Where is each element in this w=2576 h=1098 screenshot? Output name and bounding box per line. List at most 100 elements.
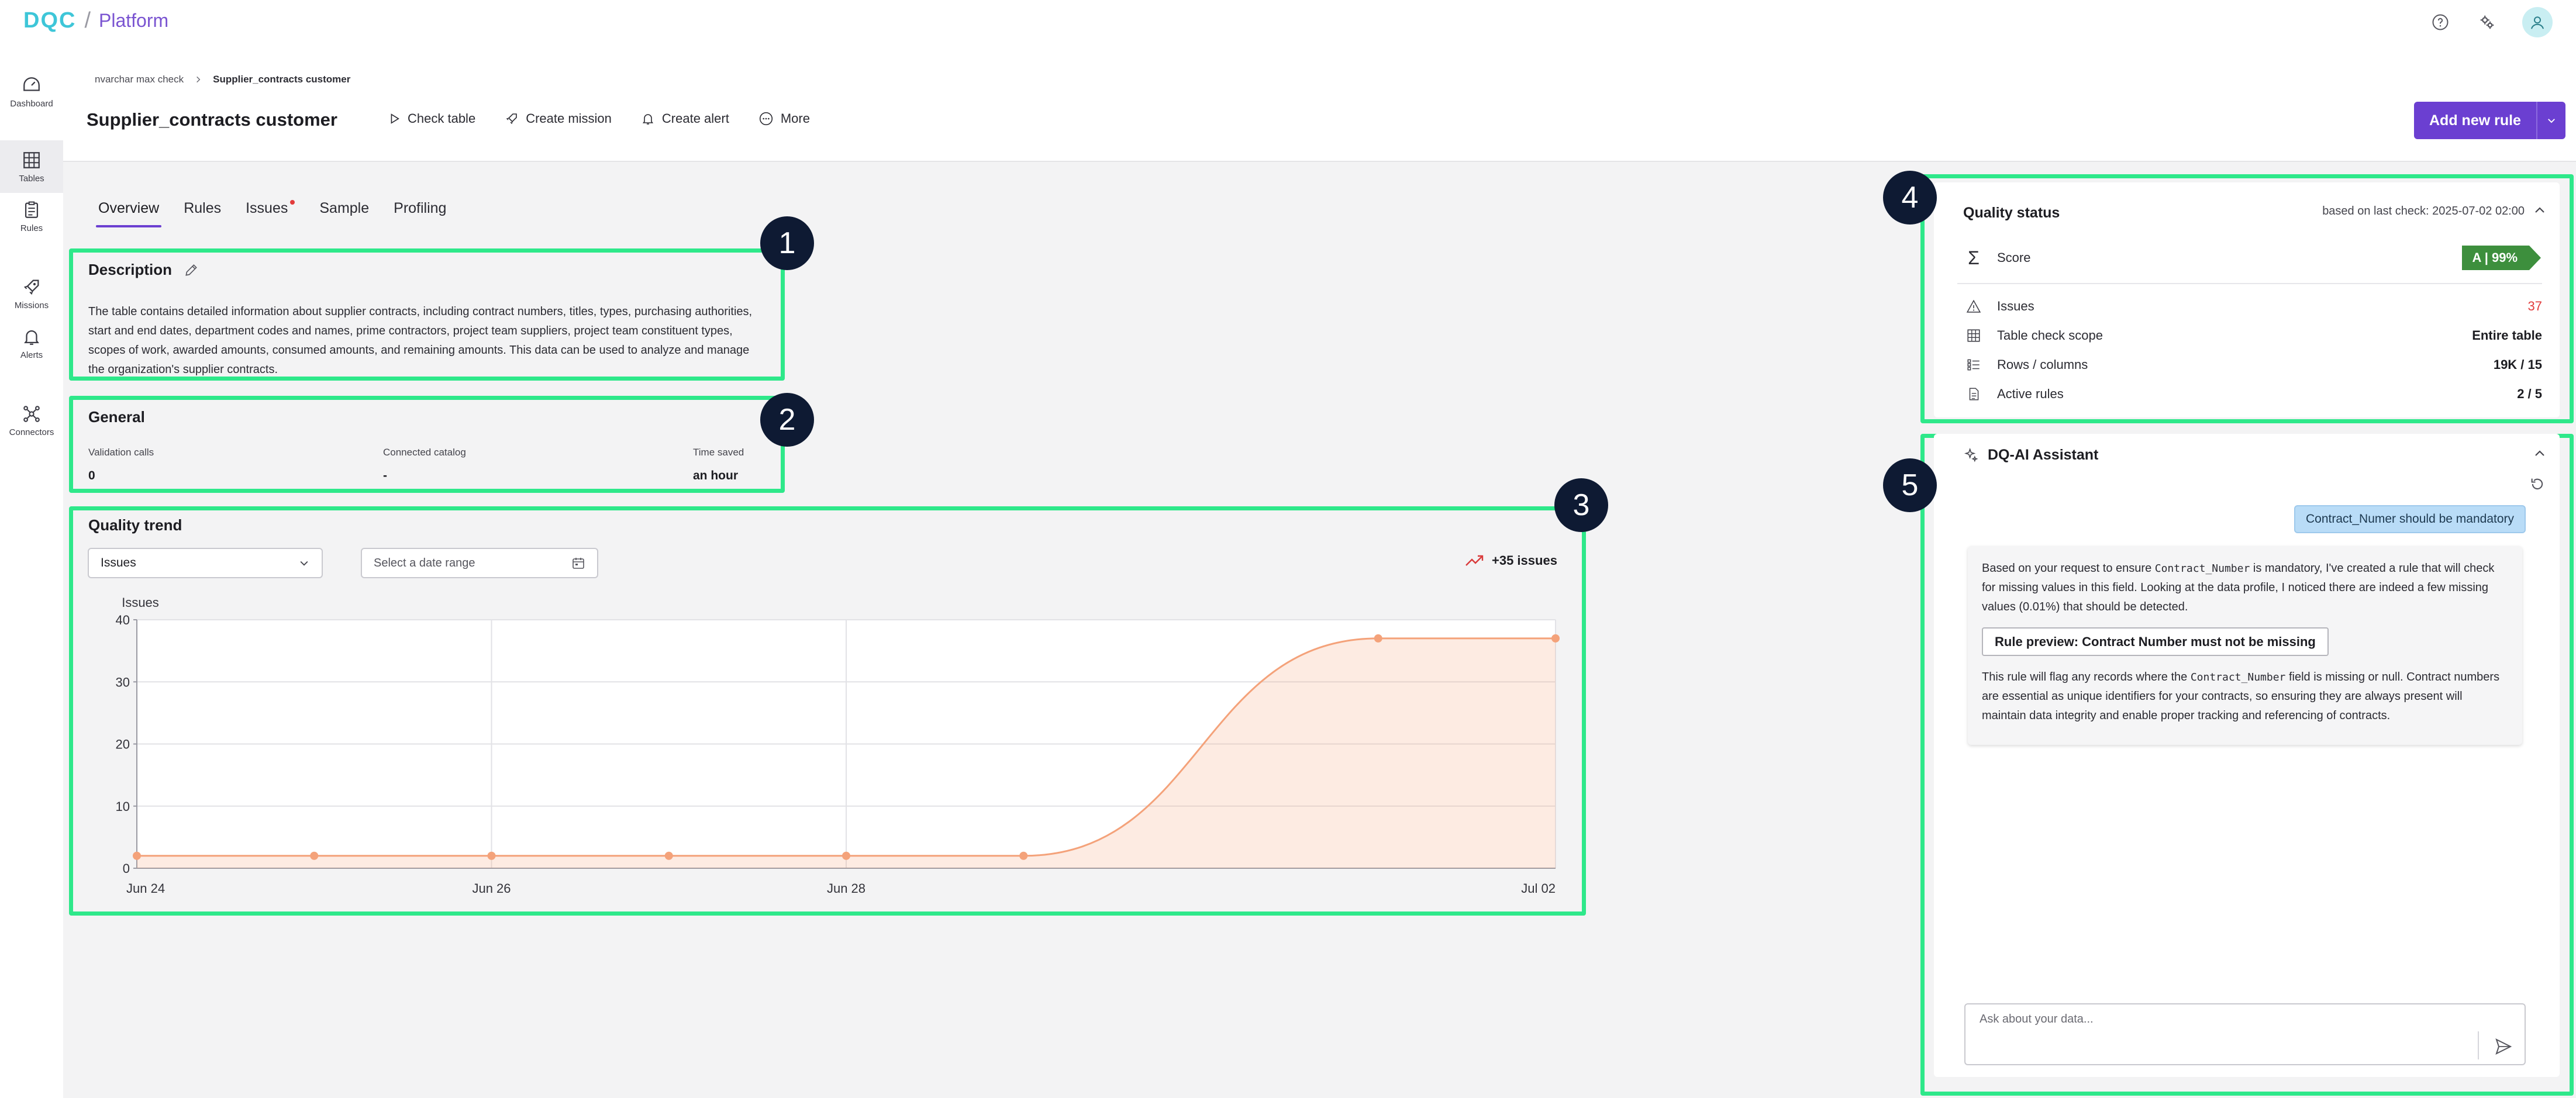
- x-tick-label: Jun 24: [126, 881, 165, 896]
- metric-select[interactable]: Issues: [88, 548, 323, 578]
- metric-select-value: Issues: [101, 556, 136, 569]
- sigma-icon: Σ: [1968, 247, 1980, 268]
- pencil-icon[interactable]: [184, 263, 199, 278]
- ai-response-paragraph-2: This rule will flag any records where th…: [1982, 668, 2508, 726]
- tab-issues[interactable]: Issues: [246, 200, 295, 225]
- more-icon: [759, 112, 773, 126]
- top-bar: DQC / Platform: [0, 0, 2576, 48]
- chevron-up-icon[interactable]: [2533, 203, 2547, 217]
- sparkle-icon: [1964, 447, 1978, 462]
- trend-badge-text: +35 issues: [1492, 553, 1557, 568]
- add-new-rule-button[interactable]: Add new rule: [2414, 102, 2536, 139]
- x-tick-label: Jun 26: [472, 881, 511, 896]
- bell-icon: [24, 330, 39, 345]
- active-rules-label: Active rules: [1997, 386, 2064, 401]
- user-avatar-icon[interactable]: [2522, 7, 2553, 37]
- left-rail: Dashboard Tables Rules Missions Alerts C…: [0, 48, 63, 1098]
- scope-label: Table check scope: [1997, 328, 2103, 343]
- logo-text: Platform: [99, 10, 169, 31]
- header-actions: Check table Create mission Create alert …: [388, 111, 810, 126]
- description-title: Description: [88, 261, 173, 278]
- scope-value: Entire table: [2472, 328, 2542, 343]
- data-point: [1374, 634, 1382, 643]
- add-new-rule-split-button: Add new rule: [2414, 102, 2565, 139]
- tab-bar: Overview Rules Issues Sample Profiling: [95, 200, 446, 227]
- quality-trend-title: Quality trend: [88, 516, 182, 534]
- ai-assistant-panel: DQ-AI Assistant Contract_Numer should be…: [1934, 434, 2560, 1077]
- scope-row: Table check scope Entire table: [1965, 323, 2542, 348]
- tab-overview[interactable]: Overview: [95, 200, 162, 227]
- score-label: Score: [1997, 250, 2031, 265]
- rail-label: Rules: [20, 223, 43, 233]
- issues-label: Issues: [1997, 299, 2034, 313]
- y-tick-label: 40: [116, 613, 130, 627]
- rule-preview-button[interactable]: Rule preview: Contract Number must not b…: [1982, 627, 2329, 656]
- score-badge: A | 99%: [2461, 246, 2541, 270]
- rows-columns-row: Rows / columns 19K / 15: [1965, 352, 2542, 378]
- breadcrumb-parent[interactable]: nvarchar max check: [95, 74, 184, 85]
- create-alert-button[interactable]: Create alert: [641, 111, 729, 126]
- chevron-down-icon: [300, 561, 308, 566]
- data-point: [310, 851, 319, 860]
- validation-calls-value: 0: [88, 469, 95, 482]
- breadcrumb-current: Supplier_contracts customer: [213, 74, 351, 85]
- ai-chat-input[interactable]: Ask about your data...: [1964, 1003, 2526, 1065]
- breadcrumb: nvarchar max check Supplier_contracts cu…: [95, 74, 350, 85]
- quality-trend-chart: 0 10 20 30 40 Jun 24 Jun 26 Jun 28 Jul 02 Issues: [116, 595, 1560, 896]
- rail-item-connectors[interactable]: Connectors: [0, 394, 63, 447]
- rail-label: Missions: [14, 300, 49, 310]
- rail-item-alerts[interactable]: Alerts: [0, 317, 63, 370]
- settings-icon[interactable]: [2475, 11, 2499, 34]
- tab-issues-label: Issues: [246, 200, 288, 216]
- data-point: [1551, 634, 1560, 643]
- create-alert-label: Create alert: [661, 111, 729, 126]
- time-saved-value: an hour: [693, 469, 738, 482]
- table-grid-icon: [23, 151, 40, 168]
- description-text: The table contains detailed information …: [88, 305, 753, 376]
- marker-5: 5: [1883, 458, 1937, 512]
- reset-icon[interactable]: [2529, 476, 2546, 492]
- check-table-button[interactable]: Check table: [388, 111, 475, 126]
- page-title: Supplier_contracts customer: [87, 109, 337, 130]
- tab-sample[interactable]: Sample: [319, 200, 369, 225]
- rail-label: Connectors: [9, 427, 54, 437]
- ai-assistant-title: DQ-AI Assistant: [1988, 447, 2099, 463]
- rail-item-missions[interactable]: Missions: [0, 267, 63, 320]
- logo-mark: DQC: [23, 8, 77, 33]
- clipboard-icon: [25, 201, 39, 218]
- date-range-placeholder: Select a date range: [374, 556, 475, 569]
- check-table-label: Check table: [408, 111, 476, 126]
- chevron-up-icon[interactable]: [2533, 447, 2547, 461]
- user-message-bubble: Contract_Numer should be mandatory: [2294, 505, 2526, 533]
- input-divider: [2478, 1031, 2479, 1059]
- y-tick-label: 10: [116, 799, 130, 814]
- rail-item-rules[interactable]: Rules: [0, 190, 63, 243]
- rocket-icon: [23, 279, 39, 295]
- y-tick-label: 30: [116, 675, 130, 689]
- dashboard-icon: [23, 77, 40, 91]
- tab-profiling[interactable]: Profiling: [394, 200, 446, 225]
- more-button[interactable]: More: [758, 111, 810, 126]
- create-mission-label: Create mission: [526, 111, 612, 126]
- issues-row: Issues 37: [1965, 294, 2542, 319]
- validation-calls-label: Validation calls: [88, 447, 154, 458]
- rows-label: Rows / columns: [1997, 357, 2088, 372]
- help-icon[interactable]: [2429, 11, 2452, 34]
- data-point: [487, 851, 496, 860]
- issues-value[interactable]: 37: [2528, 299, 2542, 314]
- x-tick-label: Jul 02: [1521, 881, 1556, 896]
- issues-indicator-dot: [290, 200, 295, 205]
- rail-item-dashboard[interactable]: Dashboard: [0, 65, 63, 118]
- chevron-down-icon: [2548, 119, 2555, 123]
- y-axis-label: Issues: [122, 595, 159, 610]
- rail-item-tables[interactable]: Tables: [0, 140, 63, 193]
- add-rule-dropdown-button[interactable]: [2536, 102, 2565, 139]
- app-logo[interactable]: DQC / Platform: [23, 8, 168, 33]
- quality-status-card: Quality status based on last check: 2025…: [1934, 182, 2560, 417]
- score-row: Σ Score A | 99%: [1965, 243, 2542, 272]
- create-mission-button[interactable]: Create mission: [505, 111, 612, 126]
- rocket-icon: [506, 113, 517, 125]
- tab-rules[interactable]: Rules: [184, 200, 221, 225]
- date-range-picker[interactable]: Select a date range: [361, 548, 598, 578]
- send-icon[interactable]: [2494, 1037, 2513, 1056]
